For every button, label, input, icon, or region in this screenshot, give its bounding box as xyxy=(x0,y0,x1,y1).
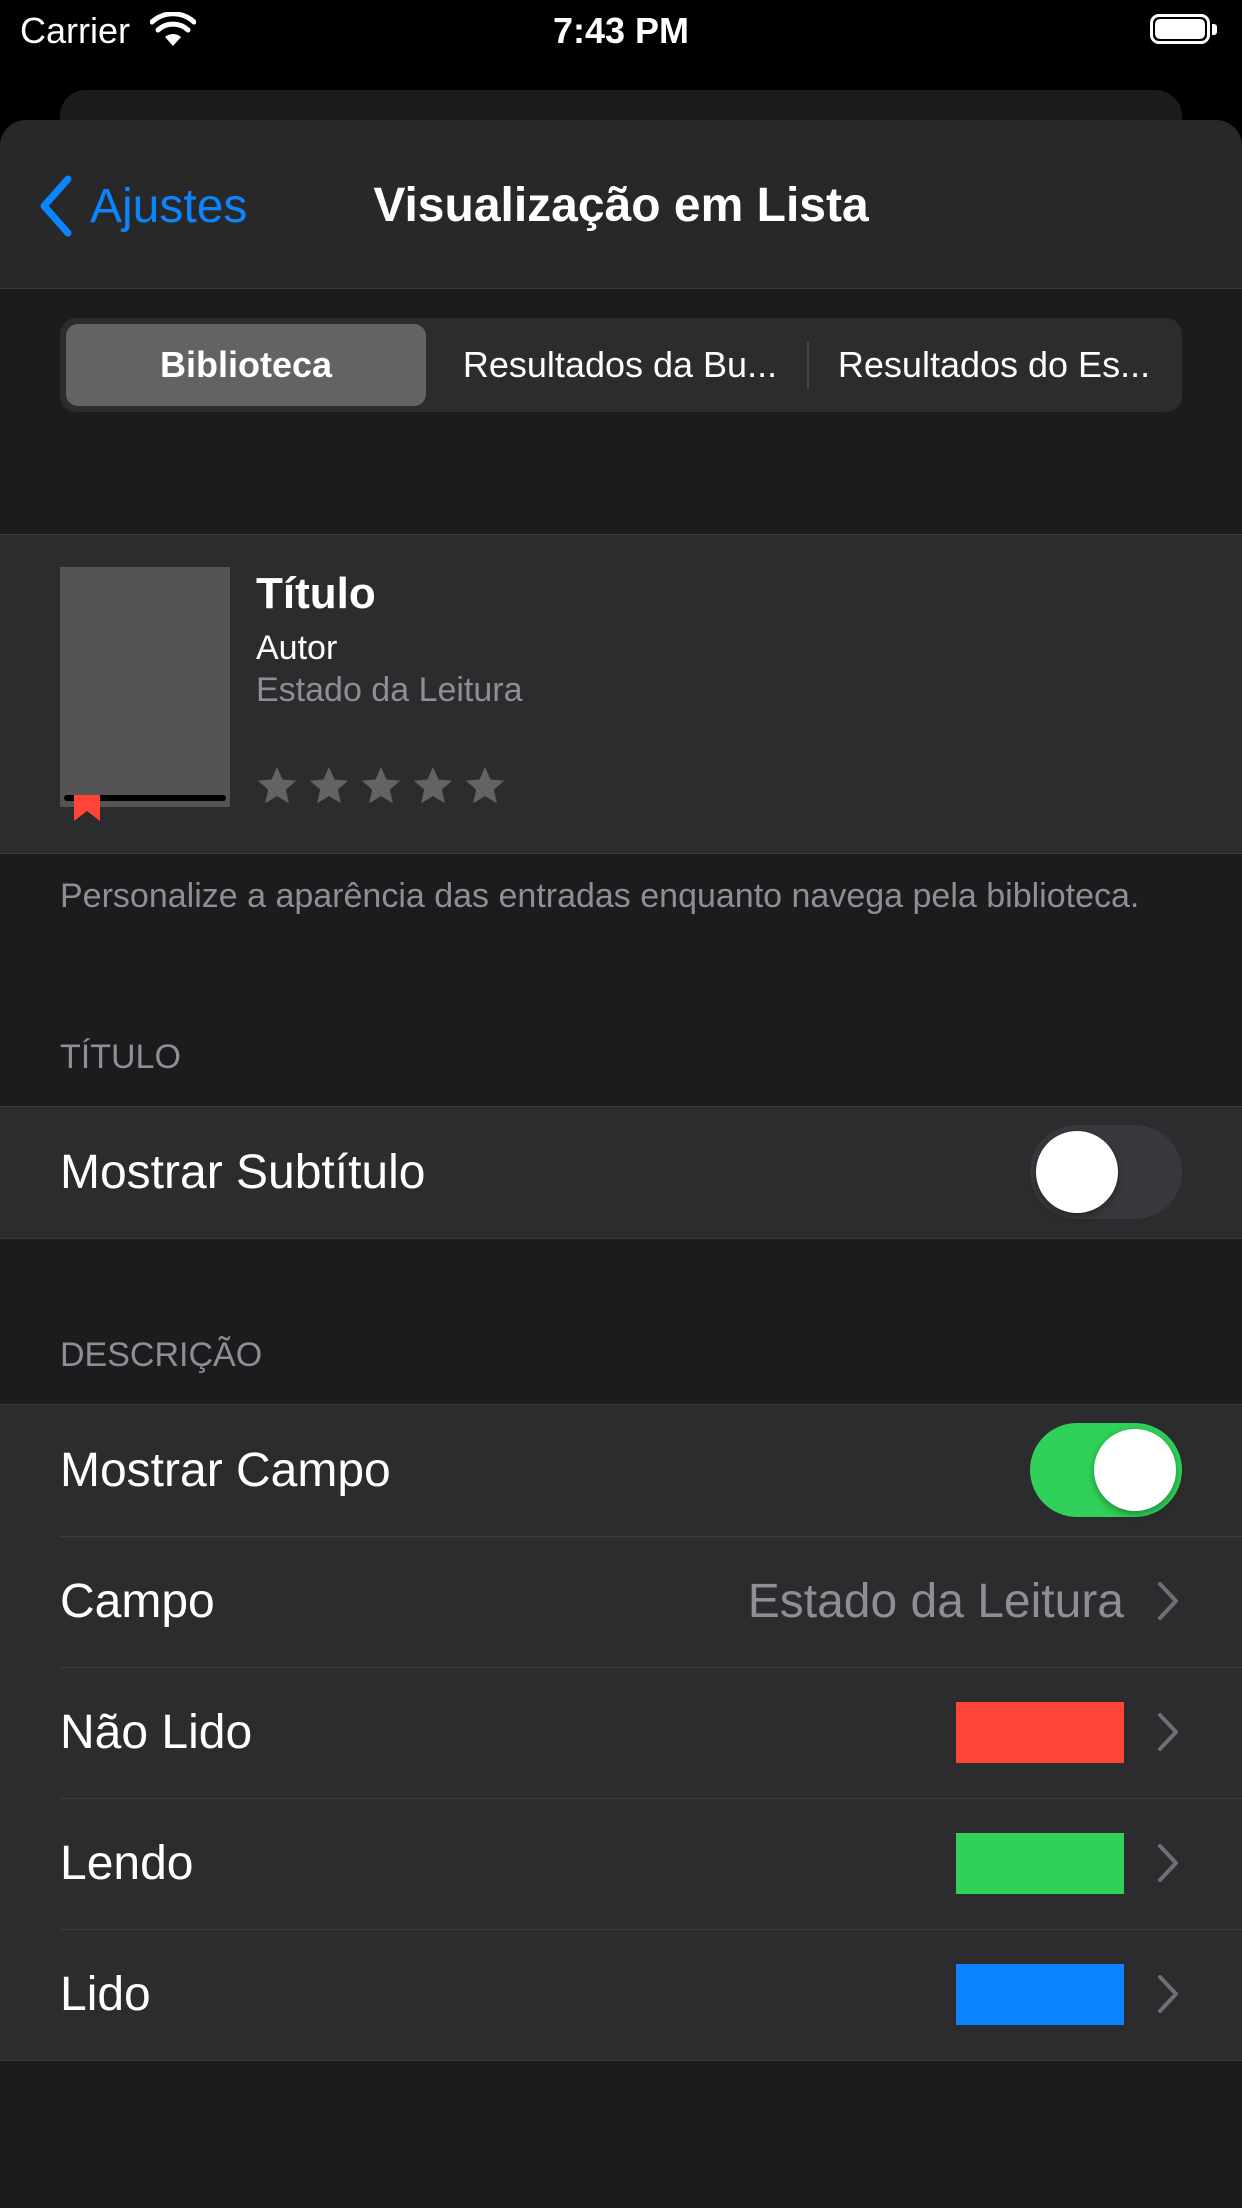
segment-shelf-results[interactable]: Resultados do Es... xyxy=(812,324,1176,406)
chevron-right-icon xyxy=(1158,1713,1178,1751)
description-settings-group: Mostrar Campo Campo Estado da Leitura Nã… xyxy=(0,1404,1242,2061)
rating-stars xyxy=(254,763,508,809)
read-color-row[interactable]: Lido xyxy=(0,1929,1242,2060)
reading-color-row[interactable]: Lendo xyxy=(0,1798,1242,1929)
entry-preview: Título Autor Estado da Leitura xyxy=(0,534,1242,854)
title-settings-group: Mostrar Subtítulo xyxy=(0,1106,1242,1239)
reading-label: Lendo xyxy=(60,1837,194,1890)
segment-library[interactable]: Biblioteca xyxy=(66,324,426,406)
chevron-right-icon xyxy=(1158,1975,1178,2013)
preview-author: Autor xyxy=(256,629,338,667)
segment-divider xyxy=(807,342,809,388)
preview-footnote: Personalize a aparência das entradas enq… xyxy=(60,877,1140,915)
page-title: Visualização em Lista xyxy=(373,179,869,232)
star-icon xyxy=(465,766,505,804)
show-subtitle-label: Mostrar Subtítulo xyxy=(60,1146,426,1199)
chevron-right-icon xyxy=(1158,1582,1178,1620)
clock: 7:43 PM xyxy=(552,10,690,51)
field-value: Estado da Leitura xyxy=(747,1575,1124,1628)
star-icon xyxy=(413,766,453,804)
unread-color-row[interactable]: Não Lido xyxy=(0,1667,1242,1798)
show-field-row: Mostrar Campo xyxy=(0,1405,1242,1536)
show-subtitle-toggle[interactable] xyxy=(1030,1125,1182,1219)
segmented-control: Biblioteca Resultados da Bu... Resultado… xyxy=(60,318,1182,412)
show-field-toggle[interactable] xyxy=(1030,1423,1182,1517)
star-icon xyxy=(361,766,401,804)
book-cover-placeholder xyxy=(60,567,230,807)
unread-color-swatch xyxy=(956,1702,1124,1763)
section-header-description: DESCRIÇÃO xyxy=(60,1336,263,1374)
section-header-title: TÍTULO xyxy=(60,1038,181,1076)
show-field-label: Mostrar Campo xyxy=(60,1444,391,1497)
battery-icon xyxy=(1150,14,1218,46)
bookmark-icon xyxy=(74,795,100,821)
segment-search-results[interactable]: Resultados da Bu... xyxy=(440,324,800,406)
unread-label: Não Lido xyxy=(60,1706,253,1759)
preview-reading-state: Estado da Leitura xyxy=(256,671,523,709)
status-bar: Carrier 7:43 PM xyxy=(0,0,1242,64)
read-label: Lido xyxy=(60,1968,151,2021)
star-icon xyxy=(309,766,349,804)
chevron-right-icon xyxy=(1158,1844,1178,1882)
star-icon xyxy=(257,766,297,804)
field-row[interactable]: Campo Estado da Leitura xyxy=(0,1536,1242,1667)
preview-title: Título xyxy=(256,569,376,618)
modal-sheet: Ajustes Visualização em Lista Biblioteca… xyxy=(0,120,1242,2208)
field-label: Campo xyxy=(60,1575,215,1628)
show-subtitle-row: Mostrar Subtítulo xyxy=(0,1107,1242,1238)
read-color-swatch xyxy=(956,1964,1124,2025)
reading-color-swatch xyxy=(956,1833,1124,1894)
navigation-bar: Ajustes Visualização em Lista xyxy=(0,120,1242,289)
